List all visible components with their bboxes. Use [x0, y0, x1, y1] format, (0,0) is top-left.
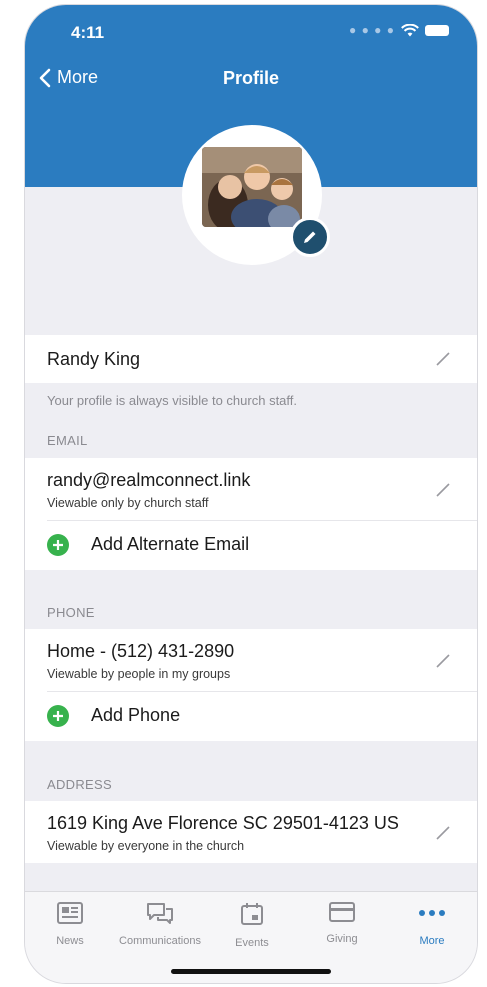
- email-value: randy@realmconnect.link: [47, 470, 251, 490]
- edit-phone-icon[interactable]: [435, 653, 451, 669]
- page-title: Profile: [222, 68, 279, 88]
- phone-screen: 4:11 ● ● ● ● More Profile Randy King You…: [24, 4, 478, 984]
- tab-bar: News Communications Events Giving More: [25, 891, 477, 983]
- tab-label: News: [56, 935, 84, 947]
- plus-circle-icon: [47, 534, 69, 556]
- wifi-icon: [401, 23, 419, 36]
- plus-circle-icon: [47, 705, 69, 727]
- avatar[interactable]: [182, 125, 330, 265]
- edit-name-icon[interactable]: [435, 351, 451, 367]
- card-icon: [329, 902, 355, 922]
- add-phone-label: Add Phone: [91, 705, 181, 725]
- add-email-button[interactable]: Add Alternate Email: [25, 521, 477, 570]
- tab-label: Giving: [326, 933, 358, 945]
- phone-row[interactable]: Home - (512) 431-2890 Viewable by people…: [25, 629, 477, 691]
- phone-section-label: PHONE: [47, 605, 95, 620]
- address-value: 1619 King Ave Florence SC 29501-4123 US: [47, 813, 399, 833]
- home-indicator: [171, 969, 331, 974]
- profile-photo: [202, 147, 302, 227]
- name-row[interactable]: Randy King: [25, 335, 477, 383]
- status-indicators: ● ● ● ●: [349, 23, 449, 37]
- pencil-icon: [304, 231, 316, 243]
- email-visibility: Viewable only by church staff: [47, 496, 209, 510]
- add-phone-button[interactable]: Add Phone: [25, 692, 477, 741]
- email-section: randy@realmconnect.link Viewable only by…: [25, 458, 477, 570]
- tab-giving[interactable]: Giving: [297, 902, 387, 945]
- tab-more[interactable]: More: [387, 902, 477, 947]
- battery-icon: [425, 24, 449, 36]
- address-row[interactable]: 1619 King Ave Florence SC 29501-4123 US …: [25, 801, 477, 863]
- address-visibility: Viewable by everyone in the church: [47, 839, 245, 853]
- edit-address-icon[interactable]: [435, 825, 451, 841]
- communications-icon: [147, 903, 173, 924]
- phone-value: Home - (512) 431-2890: [47, 641, 235, 661]
- visibility-note: Your profile is always visible to church…: [47, 393, 298, 408]
- family-photo-illustration: [202, 147, 302, 227]
- tab-news[interactable]: News: [25, 902, 115, 947]
- news-icon: [57, 902, 83, 924]
- tab-communications[interactable]: Communications: [115, 902, 205, 947]
- email-section-label: EMAIL: [47, 433, 88, 448]
- profile-name: Randy King: [47, 349, 141, 369]
- email-row[interactable]: randy@realmconnect.link Viewable only by…: [25, 458, 477, 520]
- add-email-label: Add Alternate Email: [91, 534, 250, 554]
- phone-visibility: Viewable by people in my groups: [47, 667, 231, 681]
- tab-label: Events: [235, 937, 269, 949]
- status-time: 4:11: [71, 23, 105, 42]
- tab-label: More: [419, 935, 445, 947]
- edit-email-icon[interactable]: [435, 482, 451, 498]
- edit-photo-button[interactable]: [290, 217, 330, 257]
- calendar-icon: [241, 903, 263, 925]
- address-section-label: ADDRESS: [47, 777, 112, 792]
- more-icon: [419, 910, 445, 916]
- tab-events[interactable]: Events: [207, 902, 297, 949]
- signal-icon: ● ● ● ●: [349, 23, 395, 37]
- tab-label: Communications: [119, 935, 201, 947]
- phone-section: Home - (512) 431-2890 Viewable by people…: [25, 629, 477, 741]
